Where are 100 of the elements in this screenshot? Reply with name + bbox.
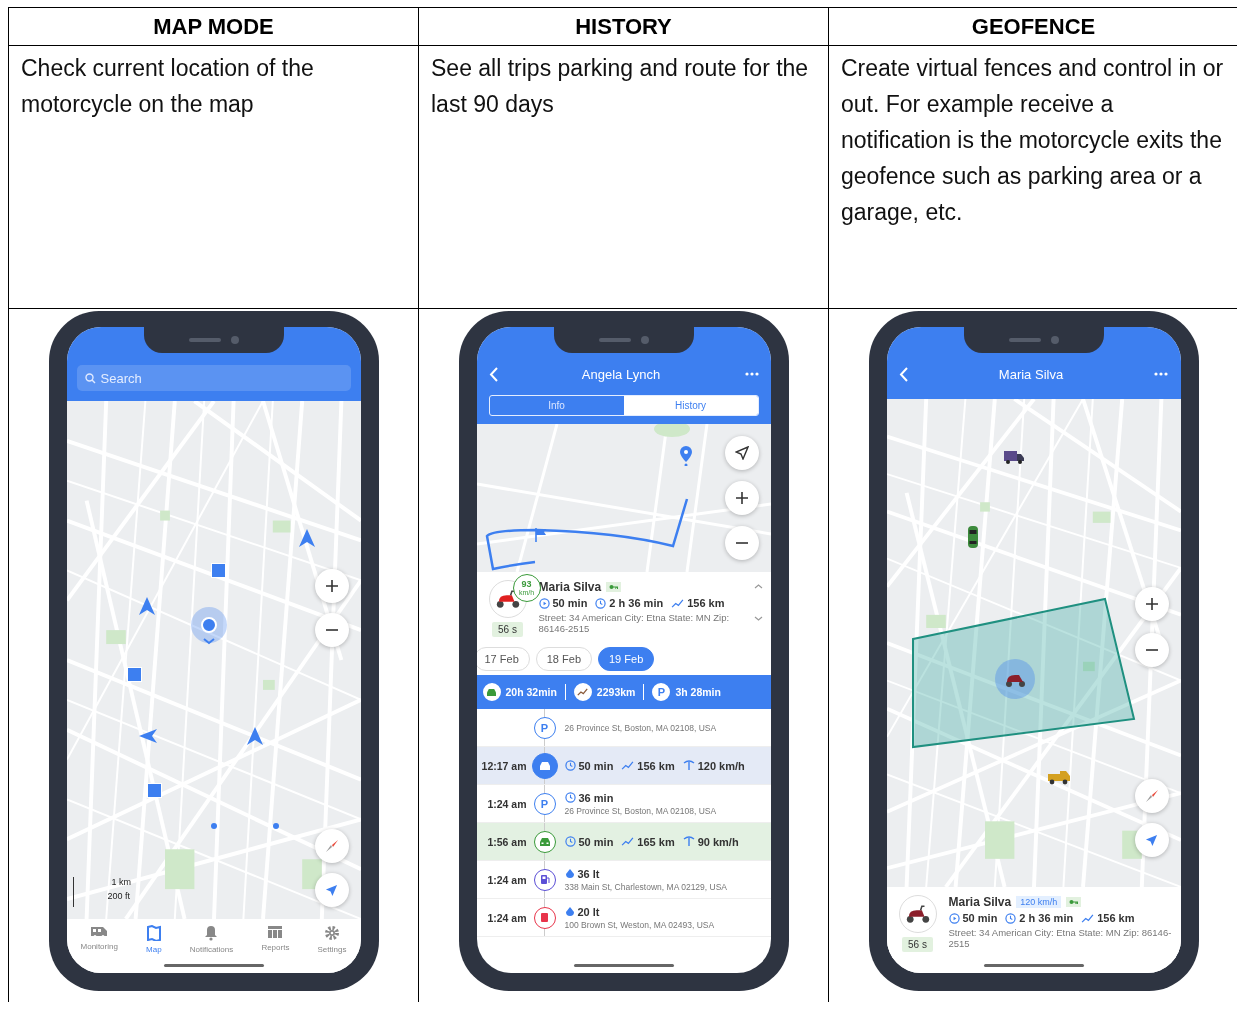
scooter-icon xyxy=(494,589,521,609)
tab-bar-item[interactable]: Settings xyxy=(317,925,347,954)
trip-stat: 90 km/h xyxy=(697,835,739,848)
tab-bar-item[interactable]: Map xyxy=(146,925,162,954)
drop-icon xyxy=(564,868,575,879)
minus-icon xyxy=(324,629,339,631)
expand-icon[interactable] xyxy=(753,616,763,621)
clock-icon xyxy=(564,792,576,803)
fuel-drain-icon xyxy=(533,906,556,929)
trip-stat: 50 min xyxy=(552,597,588,609)
trip-stat: 50 min xyxy=(962,912,998,924)
event-address: 26 Province St, Boston, MA 02108, USA xyxy=(564,722,718,733)
map-icon xyxy=(146,925,161,941)
more-icon[interactable] xyxy=(744,372,759,376)
trip-stat: 36 lt xyxy=(577,867,600,880)
park-area xyxy=(164,849,194,890)
segment-tab[interactable]: History xyxy=(623,396,758,415)
plus-icon xyxy=(1144,597,1159,611)
speed-badge: 120 km/h xyxy=(1016,896,1062,908)
car-icon xyxy=(482,683,501,701)
timeline-row[interactable]: 1:56 am 50 min 165 km 90 km/h xyxy=(476,823,771,861)
dot-marker-icon xyxy=(272,823,279,829)
trip-stat: 165 km xyxy=(637,835,675,848)
navigation-arrow-icon xyxy=(246,727,263,745)
navigation-arrow-icon xyxy=(138,729,157,743)
column-heading: MAP MODE xyxy=(153,13,274,40)
park-area xyxy=(159,510,170,521)
collapse-icon[interactable] xyxy=(753,584,763,589)
scooter-icon xyxy=(904,904,931,924)
clock-icon xyxy=(564,836,576,847)
pickup-truck-icon xyxy=(1046,769,1071,785)
parking-icon: P xyxy=(533,792,556,815)
screen-title: Maria Silva xyxy=(998,366,1064,382)
car-icon xyxy=(533,830,556,853)
current-location-icon xyxy=(190,607,227,647)
settings-icon xyxy=(323,925,340,941)
column-heading: HISTORY xyxy=(575,13,672,40)
more-icon[interactable] xyxy=(1154,372,1169,376)
date-chip[interactable]: 19 Feb xyxy=(598,647,655,671)
trip-stat: 2 h 36 min xyxy=(1019,912,1074,924)
trip-stat: 2 h 36 min xyxy=(609,597,664,609)
date-chip[interactable]: 18 Feb xyxy=(535,647,592,671)
event-address: 100 Brown St, Weston, MA 02493, USA xyxy=(564,919,716,930)
trip-stat: 20 lt xyxy=(577,905,600,918)
park-area xyxy=(984,821,1014,859)
timeline-row[interactable]: 1:24 am 36 lt 338 Main St, Charlestown, MA 02129, USA xyxy=(476,861,771,899)
speedometer-icon xyxy=(682,760,695,771)
screen-title: Angela Lynch xyxy=(581,366,661,382)
idle-time-badge: 56 s xyxy=(492,622,523,637)
trip-stat: 36 min xyxy=(578,791,614,804)
navigation-arrow-icon xyxy=(138,597,155,615)
column-description: Check current location of the motorcycle on the map xyxy=(20,54,315,119)
event-time: 1:56 am xyxy=(487,835,527,848)
vehicle-marker-icon xyxy=(994,659,1035,699)
event-address: 338 Main St, Charlestown, MA 02129, USA xyxy=(564,881,729,892)
trip-stat: 120 km/h xyxy=(697,759,745,772)
segment-tab[interactable]: Info xyxy=(489,396,624,415)
play-circle-icon xyxy=(948,912,960,924)
clock-icon xyxy=(564,760,576,771)
search-field[interactable]: Search xyxy=(76,365,351,391)
date-chip[interactable]: 17 Feb xyxy=(476,647,530,671)
plus-icon xyxy=(324,579,339,593)
parking-icon: P xyxy=(652,683,671,701)
park-area xyxy=(1082,661,1095,672)
event-time: 1:24 am xyxy=(487,873,527,886)
park-area xyxy=(979,502,990,512)
back-icon[interactable] xyxy=(488,366,498,382)
car-icon xyxy=(966,525,979,549)
drop-icon xyxy=(564,906,575,917)
park-area xyxy=(1092,511,1110,523)
speedometer-icon xyxy=(682,836,695,847)
dot-marker-icon xyxy=(210,823,217,829)
play-circle-icon xyxy=(538,597,550,609)
tab-bar-item[interactable]: Notifications xyxy=(189,925,234,954)
trip-stat: 156 km xyxy=(687,597,725,609)
event-address: 26 Province St, Boston, MA 02108, USA xyxy=(564,805,718,816)
plus-icon xyxy=(734,491,749,505)
trip-stat: 50 min xyxy=(578,759,614,772)
clock-icon xyxy=(595,597,607,609)
van-icon xyxy=(90,925,109,938)
timeline-row[interactable]: 1:24 am 20 lt 100 Brown St, Weston, MA 02493, USA xyxy=(476,899,771,937)
clock-icon xyxy=(1005,912,1017,924)
trend-line-icon xyxy=(621,837,635,846)
tab-bar-item[interactable]: Monitoring xyxy=(80,925,118,951)
idle-time-badge: 56 s xyxy=(902,937,933,952)
navigation-arrow-icon xyxy=(734,446,749,460)
tab-bar-item[interactable]: Reports xyxy=(261,925,290,952)
timeline-row[interactable]: 12:17 am 50 min 156 km 120 km/h xyxy=(476,747,771,785)
table-icon xyxy=(267,925,284,939)
vehicle-address: Street: 34 American City: Etna State: MN Zip: 86146-2515 xyxy=(948,927,1173,950)
flag-icon xyxy=(534,528,547,542)
back-icon[interactable] xyxy=(898,366,908,382)
summary-value: 20h 32min xyxy=(505,686,557,698)
event-time: 1:24 am xyxy=(487,797,527,810)
vehicle-name: Maria Silva xyxy=(948,895,1012,909)
scale-label: 200 ft xyxy=(107,891,131,901)
compass-icon xyxy=(324,839,339,853)
trend-line-icon xyxy=(1081,913,1095,923)
vehicle-address: Street: 34 American City: Etna State: MN Zip: 86146-2515 xyxy=(538,612,731,635)
park-area xyxy=(262,679,275,690)
